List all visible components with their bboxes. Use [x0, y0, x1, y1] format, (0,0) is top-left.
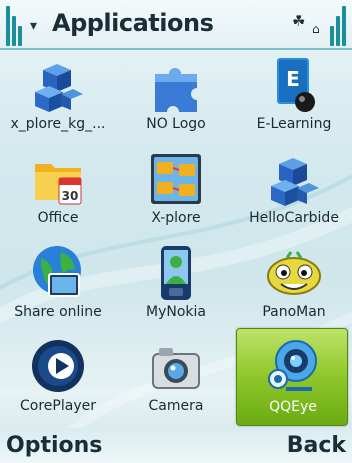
app-tile-panoman[interactable]: PanoMan — [240, 238, 348, 332]
app-label: x_plore_kg_... — [10, 116, 106, 132]
cubes-icon — [267, 150, 321, 208]
app-label: Share online — [14, 304, 102, 320]
lock-icon: ⌂ — [312, 22, 320, 36]
puzzle-icon — [149, 56, 203, 114]
page-title: Applications — [52, 9, 214, 37]
app-tile-hellocarbide[interactable]: HelloCarbide — [240, 144, 348, 238]
app-tile-x-plore-kg[interactable]: x_plore_kg_... — [4, 50, 112, 144]
app-label: Camera — [148, 398, 204, 414]
app-label: CorePlayer — [20, 398, 96, 414]
webcam-eye-icon — [266, 337, 320, 395]
play-button-icon — [31, 338, 85, 396]
app-grid-screen: ▾ Applications ☘ ⌂ x_plore_kg_... NO Log… — [0, 0, 352, 463]
app-label: QQEye — [269, 399, 317, 415]
phone-person-icon — [149, 244, 203, 302]
app-label: MyNokia — [146, 304, 206, 320]
back-softkey[interactable]: Back — [287, 433, 346, 458]
app-label: NO Logo — [146, 116, 206, 132]
app-grid: x_plore_kg_... NO Logo E E-Learning 30 O… — [0, 50, 352, 428]
connectivity-icon: ☘ — [292, 12, 306, 30]
globe-share-icon — [31, 244, 85, 302]
folder-calendar-icon: 30 — [31, 150, 85, 208]
app-label: Office — [37, 210, 79, 226]
panoman-face-icon — [267, 244, 321, 302]
app-tile-x-plore[interactable]: X-plore — [122, 144, 230, 238]
app-label: PanoMan — [262, 304, 326, 320]
app-tile-e-learning[interactable]: E E-Learning — [240, 50, 348, 144]
app-label: X-plore — [151, 210, 201, 226]
title-bar: ▾ Applications ☘ ⌂ — [0, 0, 352, 50]
app-tile-no-logo[interactable]: NO Logo — [122, 50, 230, 144]
signal-bars-icon — [6, 6, 26, 46]
svg-text:E: E — [286, 67, 300, 91]
options-softkey[interactable]: Options — [6, 433, 102, 458]
app-tile-office[interactable]: 30 Office — [4, 144, 112, 238]
app-tile-coreplayer[interactable]: CorePlayer — [4, 332, 112, 426]
app-label: HelloCarbide — [249, 210, 339, 226]
xplore-folders-icon — [149, 150, 203, 208]
app-tile-share-online[interactable]: Share online — [4, 238, 112, 332]
softkey-bar: Options Back — [0, 428, 352, 463]
app-tile-qqeye[interactable]: QQEye — [236, 328, 348, 426]
e-learning-book-icon: E — [267, 56, 321, 114]
cubes-icon — [31, 56, 85, 114]
app-tile-mynokia[interactable]: MyNokia — [122, 238, 230, 332]
camera-icon — [149, 338, 203, 396]
calendar-badge: 30 — [62, 189, 79, 203]
app-label: E-Learning — [256, 116, 332, 132]
app-tile-camera[interactable]: Camera — [122, 332, 230, 426]
antenna-icon: ▾ — [30, 18, 38, 34]
battery-bars-icon — [330, 6, 348, 46]
